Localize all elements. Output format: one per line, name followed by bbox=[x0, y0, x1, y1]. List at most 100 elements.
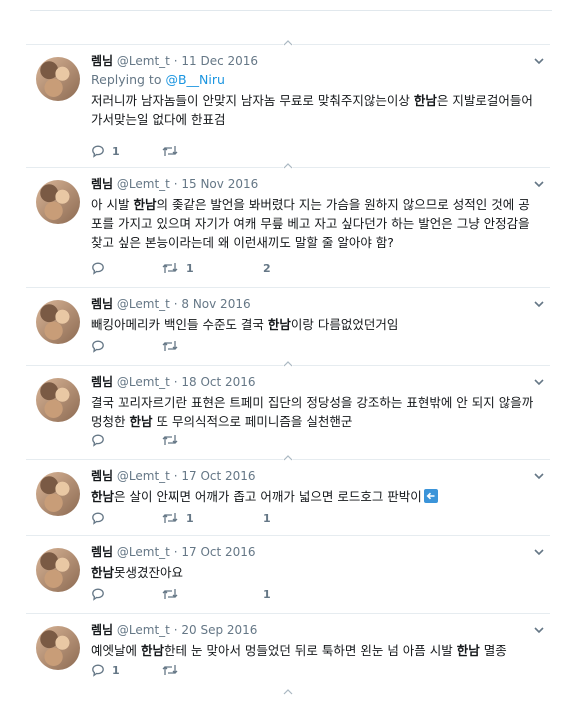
text-segment: 빼킹아메리카 백인들 수준도 결국 bbox=[91, 317, 268, 332]
replying-to: Replying to @B__Niru bbox=[91, 72, 536, 88]
avatar[interactable] bbox=[36, 180, 80, 224]
like-button[interactable]: 1 bbox=[256, 586, 271, 602]
reply-button[interactable] bbox=[91, 510, 112, 526]
highlight-keyword: 한남 bbox=[456, 643, 480, 658]
retweet-button[interactable] bbox=[161, 662, 186, 678]
chevron-down-icon[interactable] bbox=[532, 622, 546, 636]
tweet-item[interactable]: 렘님 @Lemt_t · 8 Nov 2016 빼킹아메리카 백인들 수준도 결… bbox=[26, 288, 550, 366]
avatar[interactable] bbox=[36, 472, 80, 516]
tweet-actions: 1 1 bbox=[91, 510, 391, 526]
user-name[interactable]: 렘님 bbox=[91, 177, 113, 191]
reply-button[interactable]: 1 bbox=[91, 662, 120, 678]
like-button[interactable]: 1 bbox=[256, 510, 271, 526]
reply-count: 1 bbox=[112, 663, 120, 677]
tweet-date[interactable]: 18 Oct 2016 bbox=[181, 375, 255, 389]
separator-dot: · bbox=[173, 623, 178, 637]
tweet-date[interactable]: 8 Nov 2016 bbox=[181, 297, 250, 311]
tweet-item[interactable]: 렘님 @Lemt_t · 18 Oct 2016 결국 꼬리자르기란 표현은 트… bbox=[26, 360, 550, 460]
tweet-text-content: 한남은 살이 안찌면 어깨가 좁고 어깨가 넓으면 로드호그 판박이 bbox=[91, 489, 422, 504]
reply-button[interactable] bbox=[91, 432, 112, 448]
reply-icon bbox=[92, 145, 104, 158]
avatar[interactable] bbox=[36, 626, 80, 670]
retweet-count: 1 bbox=[186, 511, 194, 525]
user-handle[interactable]: @Lemt_t bbox=[117, 297, 170, 311]
tweet-header: 렘님 @Lemt_t · 17 Oct 2016 bbox=[91, 544, 536, 560]
chevron-down-icon[interactable] bbox=[532, 176, 546, 190]
replying-to-link[interactable]: @B__Niru bbox=[165, 72, 224, 87]
tweet-date[interactable]: 17 Oct 2016 bbox=[181, 545, 255, 559]
retweet-button[interactable]: 1 bbox=[161, 260, 194, 276]
like-button[interactable]: 2 bbox=[256, 260, 271, 276]
retweet-icon bbox=[162, 435, 178, 445]
text-segment: 한테 눈 맞아서 멍들었던 뒤로 툭하면 왼눈 넘 아픔 시발 bbox=[164, 643, 457, 658]
reply-button[interactable]: 1 bbox=[91, 143, 120, 159]
thread-connector-icon bbox=[283, 360, 293, 368]
reply-button[interactable] bbox=[91, 338, 112, 354]
highlight-keyword: 한남 bbox=[91, 565, 115, 580]
reply-button[interactable] bbox=[91, 260, 112, 276]
tweet-text: 빼킹아메리카 백인들 수준도 결국 한남이랑 다름없었던거임 bbox=[91, 315, 536, 334]
user-name[interactable]: 렘님 bbox=[91, 297, 113, 311]
separator-dot: · bbox=[173, 545, 178, 559]
reply-icon bbox=[92, 588, 104, 601]
tweet-text: 결국 꼬리자르기란 표현은 트페미 집단의 정당성을 강조하는 표현밖에 안 되… bbox=[91, 393, 536, 431]
separator-dot: · bbox=[173, 375, 178, 389]
highlight-keyword: 한남 bbox=[413, 93, 437, 108]
avatar[interactable] bbox=[36, 548, 80, 592]
tweet-text: 한남은 살이 안찌면 어깨가 좁고 어깨가 넓으면 로드호그 판박이 bbox=[91, 487, 536, 506]
tweet-date[interactable]: 15 Nov 2016 bbox=[181, 177, 258, 191]
tweet-item[interactable]: 렘님 @Lemt_t · 17 Oct 2016 한남못생겼잔아요 1 bbox=[26, 536, 550, 614]
retweet-button[interactable] bbox=[161, 143, 186, 159]
user-name[interactable]: 렘님 bbox=[91, 623, 113, 637]
chevron-down-icon[interactable] bbox=[532, 374, 546, 388]
like-button[interactable] bbox=[256, 143, 263, 159]
text-segment: 멸종 bbox=[479, 643, 507, 658]
separator-dot: · bbox=[173, 297, 178, 311]
reply-icon bbox=[92, 512, 104, 525]
user-handle[interactable]: @Lemt_t bbox=[117, 469, 170, 483]
user-name[interactable]: 렘님 bbox=[91, 375, 113, 389]
chevron-down-icon[interactable] bbox=[532, 468, 546, 482]
user-handle[interactable]: @Lemt_t bbox=[117, 375, 170, 389]
tweet-item[interactable]: 렘님 @Lemt_t · 15 Nov 2016 아 시발 한남의 좆같은 발언… bbox=[26, 162, 550, 288]
reply-icon bbox=[92, 664, 104, 677]
user-handle[interactable]: @Lemt_t bbox=[117, 54, 170, 68]
chevron-down-icon[interactable] bbox=[532, 53, 546, 67]
user-name[interactable]: 렘님 bbox=[91, 469, 113, 483]
avatar[interactable] bbox=[36, 378, 80, 422]
retweet-button[interactable]: 1 bbox=[161, 510, 194, 526]
retweet-button[interactable] bbox=[161, 338, 186, 354]
chevron-down-icon[interactable] bbox=[532, 296, 546, 310]
tweet-header: 렘님 @Lemt_t · 8 Nov 2016 bbox=[91, 296, 536, 312]
top-divider bbox=[30, 10, 552, 11]
chevron-down-icon[interactable] bbox=[532, 544, 546, 558]
text-segment: 은 살이 안찌면 어깨가 좁고 어깨가 넓으면 로드호그 판박이 bbox=[114, 489, 422, 504]
highlight-keyword: 한남 bbox=[91, 489, 115, 504]
tweet-item[interactable]: 렘님 @Lemt_t · 17 Oct 2016 한남은 살이 안찌면 어깨가 … bbox=[26, 454, 550, 536]
text-segment: 못생겼잔아요 bbox=[114, 565, 184, 580]
avatar[interactable] bbox=[36, 300, 80, 344]
tweet-date[interactable]: 17 Oct 2016 bbox=[181, 469, 255, 483]
tweet-text: 한남못생겼잔아요 bbox=[91, 563, 536, 582]
retweet-icon bbox=[162, 341, 178, 351]
retweet-button[interactable] bbox=[161, 432, 186, 448]
tweet-header: 렘님 @Lemt_t · 15 Nov 2016 bbox=[91, 176, 536, 192]
avatar[interactable] bbox=[36, 57, 80, 101]
retweet-button[interactable] bbox=[161, 586, 186, 602]
user-name[interactable]: 렘님 bbox=[91, 545, 113, 559]
retweet-icon bbox=[162, 513, 178, 523]
highlight-keyword: 한남 bbox=[133, 197, 157, 212]
text-segment: 의 좆같은 발언을 봐버렸다 지는 가슴을 원하지 않으므로 성적인 것에 공포… bbox=[91, 197, 530, 250]
user-handle[interactable]: @Lemt_t bbox=[117, 545, 170, 559]
like-count: 2 bbox=[263, 261, 271, 275]
tweet-actions bbox=[91, 338, 391, 354]
tweet-item[interactable]: 렘님 @Lemt_t · 11 Dec 2016 Replying to @B_… bbox=[26, 39, 550, 168]
reply-button[interactable] bbox=[91, 586, 112, 602]
tweet-date[interactable]: 11 Dec 2016 bbox=[181, 54, 258, 68]
tweet-item[interactable]: 렘님 @Lemt_t · 20 Sep 2016 예엣날에 한남한테 눈 맞아서… bbox=[26, 614, 550, 696]
user-name[interactable]: 렘님 bbox=[91, 54, 113, 68]
user-handle[interactable]: @Lemt_t bbox=[117, 177, 170, 191]
thread-connector-icon bbox=[283, 162, 293, 170]
user-handle[interactable]: @Lemt_t bbox=[117, 623, 170, 637]
tweet-date[interactable]: 20 Sep 2016 bbox=[181, 623, 257, 637]
